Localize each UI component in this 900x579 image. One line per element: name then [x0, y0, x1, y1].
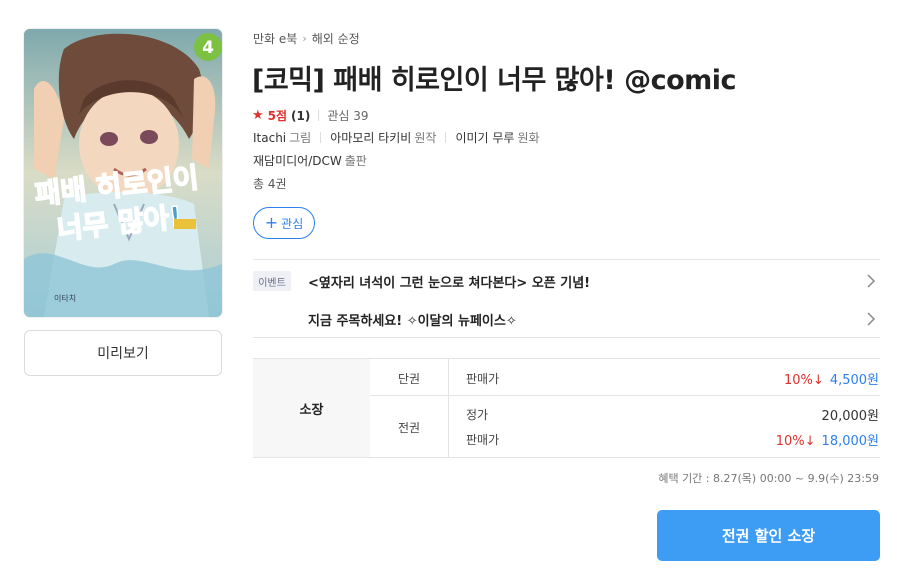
breadcrumb: 만화 e북 › 해외 순정 [253, 30, 360, 47]
chevron-right-icon [867, 312, 876, 326]
credit-illustrator-role: 그림 [289, 131, 312, 145]
full-list-price-value: 20,000원 [821, 409, 879, 424]
star-icon: ★ [252, 108, 264, 123]
wishlist-button-label: 관심 [281, 216, 304, 231]
cover-illustration: 4 패배 히로인이 너무 많아! 이타치 [24, 29, 222, 317]
publisher-row: 재담미디어/DCW 출판 [253, 152, 367, 169]
full-discount: 10%↓ [775, 434, 816, 449]
plus-icon: + [264, 213, 279, 232]
full-set-type: 전권 [397, 421, 421, 435]
price-table: 소장 단권 판매가 10%↓ 4,500원 전권 정가 20,000원 판매가 … [253, 358, 880, 458]
full-sale-label: 판매가 [466, 433, 500, 447]
credits-row: Itachi 그림 아마모리 타키비 원작 이미기 무루 원화 [253, 129, 540, 146]
publisher-role: 출판 [344, 154, 367, 168]
wishlist-button[interactable]: + 관심 [253, 207, 315, 239]
rating-count[interactable]: (1) [291, 109, 310, 123]
wish-count: 관심 39 [327, 109, 369, 123]
book-cover-image[interactable]: 4 패배 히로인이 너무 많아! 이타치 [24, 29, 222, 317]
page-title: [코믹] 패배 히로인이 너무 많아! @comic [252, 65, 737, 96]
event-row-open-celebration[interactable]: 이벤트 <옆자리 녀석이 그런 눈으로 쳐다본다> 오픈 기념! [253, 262, 880, 300]
divider [318, 110, 320, 121]
event-row-new-faces[interactable]: 지금 주목하세요! ✧이달의 뉴페이스✧ [253, 300, 880, 338]
publisher-name[interactable]: 재담미디어/DCW [253, 154, 342, 168]
single-price-value: 10%↓ 4,500원 [784, 369, 879, 388]
rating-score[interactable]: 5점 [268, 107, 287, 124]
credit-author-name[interactable]: 아마모리 타키비 [330, 129, 411, 146]
volume-count: 총 4권 [253, 177, 287, 191]
full-list-price: 20,000원 [822, 405, 879, 424]
single-volume-type: 단권 [397, 372, 421, 386]
buy-full-set-button[interactable]: 전권 할인 소장 [657, 510, 880, 561]
single-sale-label: 판매가 [466, 372, 500, 386]
event-list: 이벤트 <옆자리 녀석이 그런 눈으로 쳐다본다> 오픈 기념! 지금 주목하세… [253, 259, 880, 338]
full-list-label: 정가 [466, 408, 489, 422]
divider [320, 132, 322, 143]
rating-row: ★ 5점 (1) 관심 39 [252, 107, 369, 124]
ownership-header: 소장 [253, 359, 370, 457]
preview-button[interactable]: 미리보기 [24, 330, 222, 376]
event-text: 지금 주목하세요! ✧이달의 뉴페이스✧ [308, 313, 517, 329]
single-price: 4,500원 [829, 373, 879, 388]
credit-artist-name[interactable]: 이미기 무루 [455, 129, 514, 146]
single-discount: 10%↓ [784, 373, 824, 388]
chevron-right-icon: › [302, 32, 307, 45]
benefit-period: 혜택 기간 : 8.27(목) 00:00 ~ 9.9(수) 23:59 [658, 472, 879, 485]
credit-author-role: 원작 [414, 131, 437, 145]
event-text: <옆자리 녀석이 그런 눈으로 쳐다본다> 오픈 기념! [308, 275, 591, 291]
credit-artist-role: 원화 [517, 131, 540, 145]
full-sale-price: 10%↓ 18,000원 [776, 430, 879, 449]
divider [448, 359, 449, 457]
breadcrumb-item-category[interactable]: 만화 e북 [253, 30, 297, 47]
credit-illustrator-name[interactable]: Itachi [253, 131, 286, 145]
cover-author: 이타치 [54, 293, 76, 303]
full-price: 18,000원 [821, 434, 879, 449]
cover-volume-number: 4 [202, 38, 214, 58]
divider [445, 132, 447, 143]
event-badge: 이벤트 [253, 271, 291, 291]
chevron-right-icon [867, 274, 876, 288]
breadcrumb-item-genre[interactable]: 해외 순정 [312, 30, 360, 47]
divider [370, 395, 880, 396]
